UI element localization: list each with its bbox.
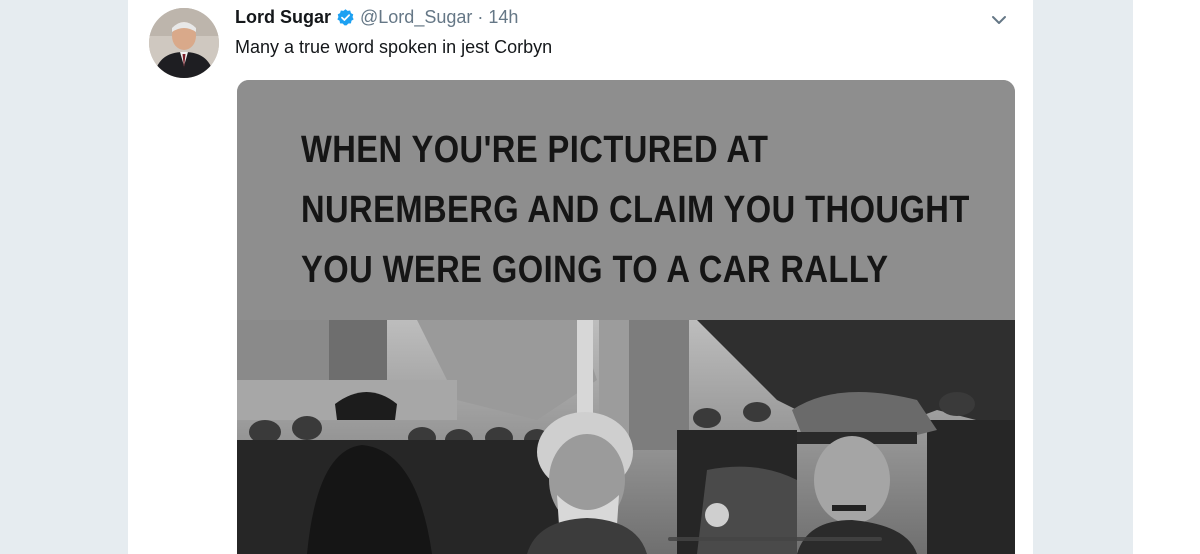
page-background-left bbox=[0, 0, 128, 554]
meme-caption-line: WHEN YOU'RE PICTURED AT bbox=[301, 129, 769, 171]
timestamp[interactable]: 14h bbox=[488, 6, 518, 28]
avatar[interactable] bbox=[149, 8, 219, 78]
media-scrollbar[interactable] bbox=[668, 537, 882, 541]
meme-caption-area: WHEN YOU'RE PICTURED AT NUREMBERG AND CL… bbox=[237, 80, 1015, 320]
meme-photo bbox=[237, 320, 1015, 554]
verified-badge-icon bbox=[336, 8, 355, 27]
avatar-image bbox=[149, 8, 219, 78]
chevron-down-icon[interactable] bbox=[989, 10, 1009, 30]
page-edge-right bbox=[1133, 0, 1200, 554]
tweet-header: Lord Sugar @Lord_Sugar · 14h bbox=[235, 6, 518, 28]
meme-caption: WHEN YOU'RE PICTURED AT NUREMBERG AND CL… bbox=[301, 120, 970, 300]
handle[interactable]: @Lord_Sugar bbox=[360, 6, 472, 28]
separator-dot: · bbox=[477, 7, 484, 27]
meme-caption-line: NUREMBERG AND CLAIM YOU THOUGHT bbox=[301, 189, 970, 231]
tweet-card[interactable]: Lord Sugar @Lord_Sugar · 14h Many a true… bbox=[128, 0, 1033, 554]
meme-caption-line: YOU WERE GOING TO A CAR RALLY bbox=[301, 249, 889, 291]
tweet-text: Many a true word spoken in jest Corbyn bbox=[235, 37, 553, 57]
page-background-right bbox=[1033, 0, 1133, 554]
tweet-media[interactable]: WHEN YOU'RE PICTURED AT NUREMBERG AND CL… bbox=[237, 80, 1015, 554]
display-name[interactable]: Lord Sugar bbox=[235, 6, 331, 28]
